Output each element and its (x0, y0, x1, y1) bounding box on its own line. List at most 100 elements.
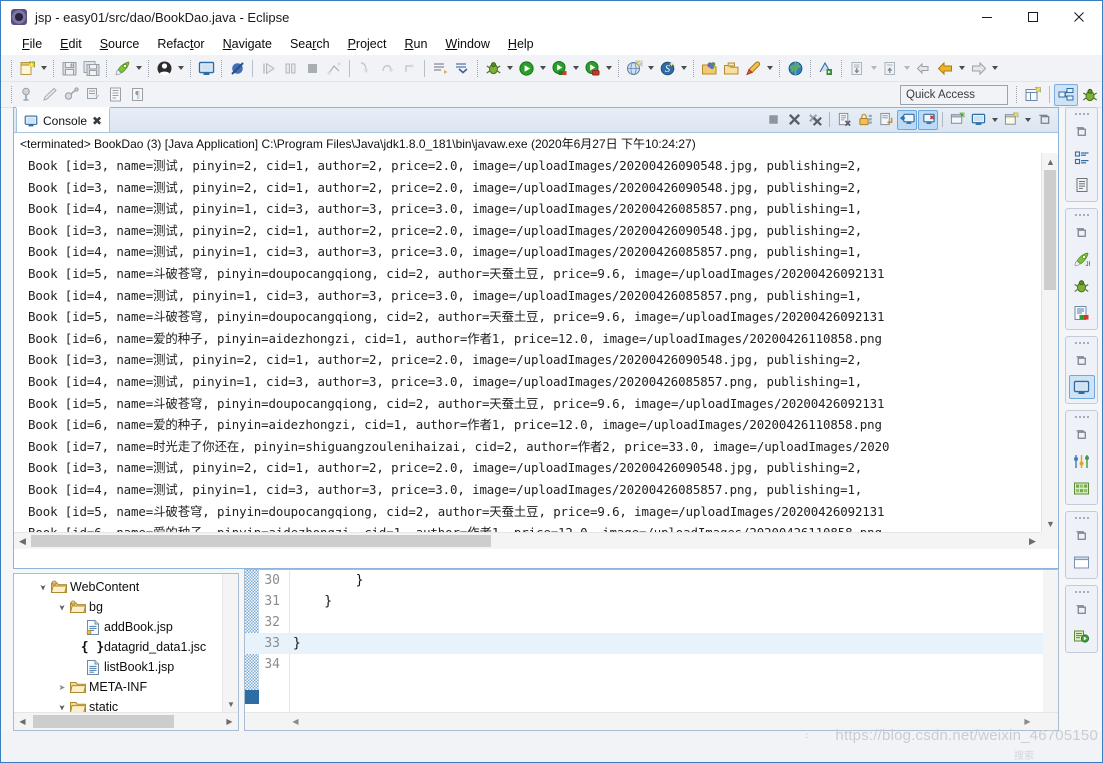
step-return-icon[interactable] (398, 58, 420, 79)
debug-icon[interactable] (482, 58, 504, 79)
tree-item-datagrid-data1-jsc[interactable]: { } datagrid_data1.jsc (14, 637, 222, 657)
menu-window[interactable]: Window (436, 35, 498, 53)
drag-handle[interactable] (1074, 414, 1090, 419)
editor-row[interactable]: 31 } (245, 591, 1043, 612)
new-wizard-dropdown-icon[interactable] (38, 58, 49, 79)
tree-item-webcontent[interactable]: ➤ WebContent (14, 577, 222, 597)
drag-handle[interactable] (1074, 111, 1090, 116)
menu-navigate[interactable]: Navigate (214, 35, 281, 53)
scroll-down-icon[interactable]: ▼ (1042, 515, 1058, 532)
web-browser-dropdown-icon[interactable] (645, 58, 656, 79)
forward-dropdown-icon[interactable] (989, 58, 1000, 79)
servers-icon[interactable] (1069, 301, 1095, 325)
explorer-horizontal-scrollbar[interactable]: ◀ ▶ (14, 712, 238, 730)
menu-source[interactable]: Source (91, 35, 149, 53)
skip-breakpoints-icon[interactable] (226, 58, 248, 79)
scroll-right-icon[interactable]: ▶ (1024, 533, 1041, 549)
browser-icon[interactable] (1069, 550, 1095, 574)
profile-icon[interactable] (581, 58, 603, 79)
pin-console-icon[interactable] (947, 110, 967, 130)
tree-item-static[interactable]: ➤ static (14, 697, 222, 712)
tab-console[interactable]: Console ✖ (16, 107, 111, 132)
restore-icon[interactable] (1069, 119, 1095, 143)
editor-vertical-scrollbar[interactable] (1043, 570, 1058, 712)
editor-row[interactable]: 34 (245, 654, 1043, 675)
resume-icon[interactable] (257, 58, 279, 79)
chevron-right-icon[interactable]: ➤ (55, 683, 69, 692)
code-editor[interactable]: 30 } 31 } 32 33 } 34 ◀ ▶ (244, 569, 1059, 731)
open-console-dropdown-icon[interactable] (1022, 109, 1033, 130)
open-type-icon[interactable] (698, 58, 720, 79)
pin-dropdown-icon[interactable] (764, 58, 775, 79)
chevron-down-icon[interactable]: ➤ (39, 580, 48, 594)
restore-icon[interactable] (1069, 523, 1095, 547)
display-console-dropdown-icon[interactable] (989, 109, 1000, 130)
show-whitespace-icon[interactable] (104, 84, 126, 105)
block-selection-icon[interactable] (82, 84, 104, 105)
open-task-icon[interactable] (720, 58, 742, 79)
tree-item-addbook-jsp[interactable]: addBook.jsp (14, 617, 222, 637)
console-horizontal-scrollbar[interactable]: ◀ ▶ (14, 532, 1041, 549)
menu-search[interactable]: Search (281, 35, 339, 53)
upload-dropdown-icon[interactable] (901, 58, 912, 79)
scroll-down-icon[interactable]: ▼ (223, 696, 239, 712)
save-icon[interactable] (58, 58, 80, 79)
globe-icon[interactable] (784, 58, 806, 79)
user-dropdown-icon[interactable] (175, 58, 186, 79)
close-icon[interactable]: ✖ (92, 114, 102, 128)
tree-item-listbook1-jsp[interactable]: listBook1.jsp (14, 657, 222, 677)
restore-icon[interactable] (1069, 597, 1095, 621)
outline-icon[interactable] (1069, 146, 1095, 170)
restore-icon[interactable] (1069, 348, 1095, 372)
terminate-icon[interactable] (763, 110, 783, 130)
scroll-right-icon[interactable]: ▶ (221, 713, 238, 730)
close-button[interactable] (1056, 1, 1102, 33)
editor-row[interactable]: 30 } (245, 570, 1043, 591)
remove-all-terminated-icon[interactable] (805, 110, 825, 130)
quick-access-input[interactable]: Quick Access (900, 84, 1008, 105)
maximize-button[interactable] (1010, 1, 1056, 33)
coverage-dropdown-icon[interactable] (570, 58, 581, 79)
console-vertical-scrollbar[interactable]: ▲ ▼ (1041, 153, 1058, 532)
run-dropdown-icon[interactable] (537, 58, 548, 79)
download-dropdown-icon[interactable] (868, 58, 879, 79)
console-icon[interactable] (1068, 375, 1095, 399)
clear-console-icon[interactable] (834, 110, 854, 130)
restore-icon[interactable] (1069, 422, 1095, 446)
drag-handle[interactable] (1074, 212, 1090, 217)
step-over-icon[interactable] (376, 58, 398, 79)
minimize-button[interactable] (964, 1, 1010, 33)
debug-perspective-icon[interactable] (1078, 84, 1102, 106)
properties-icon[interactable] (1069, 449, 1095, 473)
restore-icon[interactable] (1069, 220, 1095, 244)
scroll-left-icon[interactable]: ◀ (14, 713, 31, 730)
run-as-dropdown-icon[interactable] (133, 58, 144, 79)
step-into-icon[interactable] (354, 58, 376, 79)
jsp-perspective-icon[interactable] (1054, 83, 1078, 106)
console-output[interactable]: Book [id=3, name=测试, pinyin=2, cid=1, au… (14, 153, 1058, 549)
scroll-up-icon[interactable]: ▲ (1042, 153, 1058, 170)
save-all-icon[interactable] (80, 58, 102, 79)
profile-dropdown-icon[interactable] (603, 58, 614, 79)
terminate-icon[interactable] (301, 58, 323, 79)
editor-row[interactable]: 32 (245, 612, 1043, 633)
new-perspective-icon[interactable] (1021, 84, 1045, 106)
menu-help[interactable]: Help (499, 35, 543, 53)
previous-annotation-icon[interactable] (451, 58, 473, 79)
remove-launch-icon[interactable] (784, 110, 804, 130)
forward-icon[interactable] (967, 58, 989, 79)
link-icon[interactable] (60, 84, 82, 105)
drag-handle[interactable] (1074, 515, 1090, 520)
menu-run[interactable]: Run (395, 35, 436, 53)
run-rocket-icon[interactable]: JR (1069, 247, 1095, 271)
project-tree[interactable]: ➤ WebContent ➤ bg addBook.jsp {} datagr… (14, 574, 222, 712)
debug-bug-icon[interactable] (1069, 274, 1095, 298)
user-icon[interactable] (153, 58, 175, 79)
minimize-icon[interactable] (1034, 110, 1054, 130)
scrollbar-thumb[interactable] (33, 715, 174, 728)
menu-edit[interactable]: Edit (51, 35, 91, 53)
menu-refactor[interactable]: Refactor (148, 35, 213, 53)
suspend-icon[interactable] (279, 58, 301, 79)
scroll-lock-icon[interactable] (855, 110, 875, 130)
document-icon[interactable] (1069, 173, 1095, 197)
